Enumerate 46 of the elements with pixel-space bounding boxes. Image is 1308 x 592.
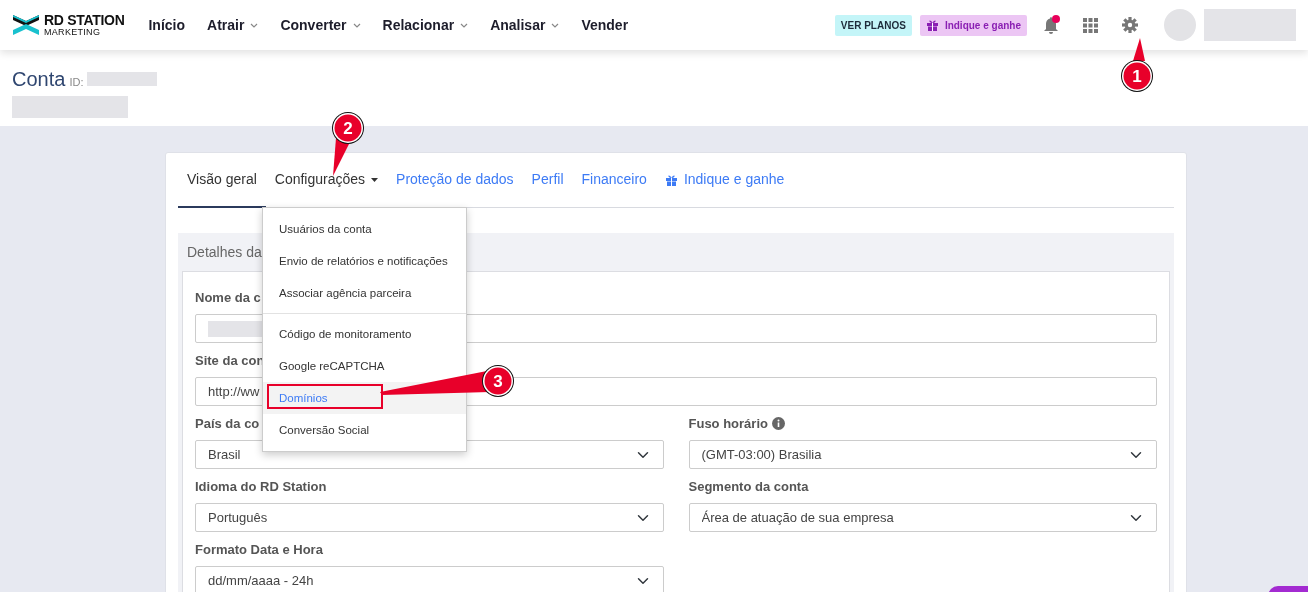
chevron-down-icon [551,22,560,28]
nav-menu-item[interactable]: Analisar [490,14,560,36]
settings-icon[interactable] [1122,17,1138,33]
tab[interactable]: Financeiro [572,153,656,208]
gift-icon [925,19,939,31]
info-icon[interactable] [771,417,785,430]
tab[interactable]: Visão geral [178,153,266,208]
page-title: Conta [12,67,66,92]
tab[interactable]: Proteção de dados [387,153,523,208]
id-label: ID: [69,75,84,90]
logo-text: RD STATION [44,13,125,27]
field-label: Formato Data e Hora [195,541,323,558]
nav-menu-item[interactable]: Atrair [207,14,259,36]
step-callout: 1 [1115,36,1159,98]
bell-icon[interactable] [1043,15,1061,35]
nav-menu-item[interactable]: Vender [581,14,629,36]
chevron-down-icon [460,22,469,28]
field-label: Fuso horário [688,415,768,432]
gift-icon [664,173,678,186]
select-field[interactable]: Área de atuação de sua empresa [688,503,1157,532]
chevron-down-icon [250,22,259,28]
plans-button[interactable]: VER PLANOS [834,14,912,36]
select-field[interactable]: dd/mm/aaaa - 24h [195,566,664,592]
field-label: Nome da c [195,289,261,306]
panel-title: Detalhes da [186,243,263,262]
menu-item[interactable]: Usuários da conta [263,213,466,245]
menu-item[interactable]: Associar agência parceira [263,277,466,309]
logo-subtext: MARKETING [44,26,102,37]
nav-menu-item[interactable]: Relacionar [382,14,469,36]
chevron-down-icon [352,22,361,28]
apps-grid-icon[interactable] [1083,17,1098,33]
field-label: País da co [195,415,260,432]
tab[interactable]: Indique e ganhe [655,153,794,208]
nav-menu-item[interactable]: Converter [280,14,361,36]
logo-icon [12,13,40,37]
menu-item[interactable]: Envio de relatórios e notificações [263,245,466,277]
refer-button[interactable]: Indique e ganhe [919,14,1027,36]
field-label: Segmento da conta [688,478,809,495]
tab[interactable]: Perfil [522,153,573,208]
blurred-block [87,72,158,86]
nav-menu-item[interactable]: Início [148,14,186,36]
menu-item[interactable]: Código de monitoramento [263,318,466,350]
select-field[interactable]: (GMT-03:00) Brasilia [688,440,1157,469]
select-field[interactable]: Português [195,503,664,532]
caret-icon [371,177,379,182]
field-label: Idioma do RD Station [195,478,327,495]
